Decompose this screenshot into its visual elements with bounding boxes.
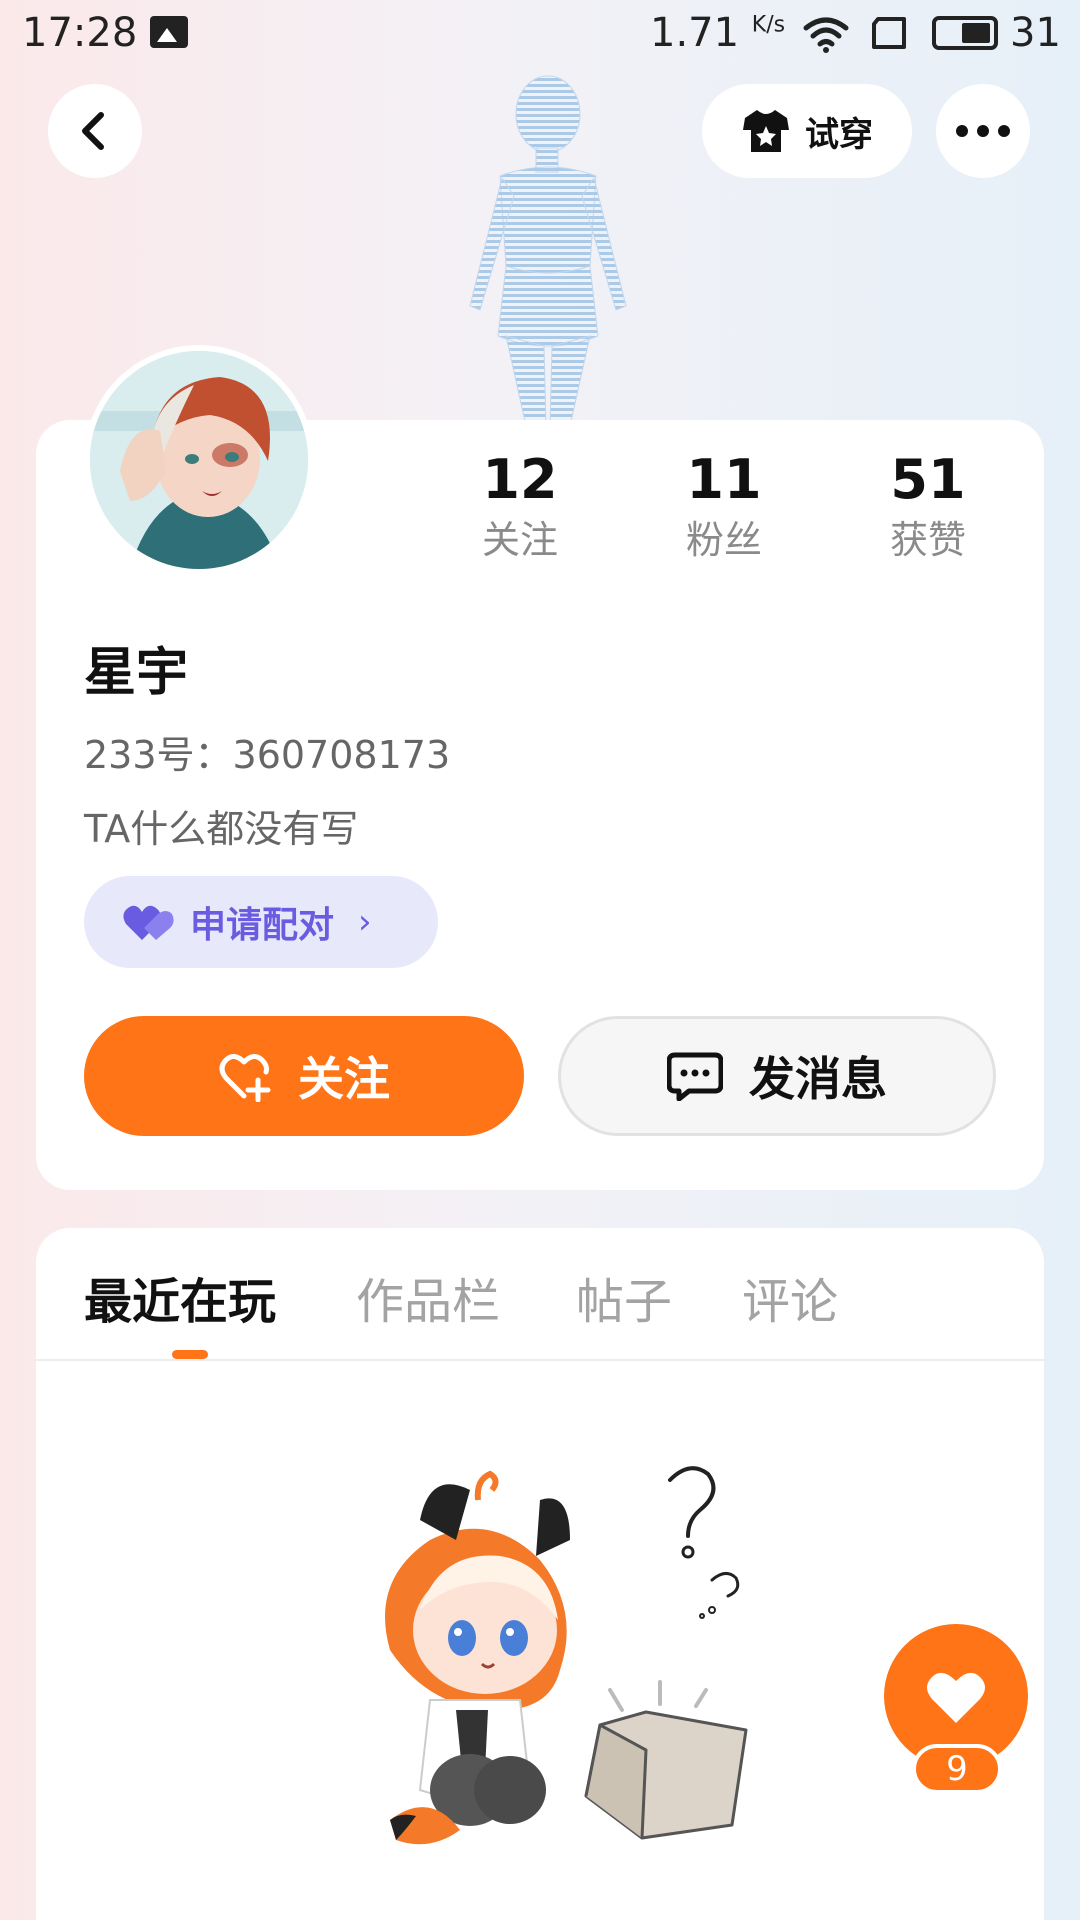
stats-row: 12 关注 11 粉丝 51 获赞 (440, 448, 1000, 578)
try-on-label: 试穿 (805, 114, 873, 155)
status-bar: 17:28 1.71 K/s 31 (0, 0, 1080, 68)
back-button[interactable] (48, 84, 142, 178)
divider (36, 1359, 1044, 1361)
tshirt-icon (743, 110, 789, 152)
chat-bubble-icon (667, 1052, 723, 1101)
stat-label: 获赞 (889, 518, 966, 562)
battery-icon (932, 16, 998, 50)
request-pair-label: 申请配对 (190, 905, 335, 946)
request-pair-button[interactable]: 申请配对 › (84, 876, 438, 968)
user-bio: TA什么都没有写 (84, 807, 359, 851)
stat-likes[interactable]: 51 获赞 (848, 448, 1008, 568)
user-name: 星宇 (84, 643, 189, 703)
stat-value: 11 (686, 448, 762, 511)
follow-label: 关注 (298, 1052, 390, 1106)
heart-icon (927, 1672, 985, 1723)
stat-followers[interactable]: 11 粉丝 (644, 448, 804, 568)
stat-value: 12 (482, 448, 558, 511)
sim-icon (872, 17, 906, 49)
more-icon (956, 125, 1010, 137)
like-count-badge: 9 (912, 1744, 1002, 1794)
active-tab-indicator (172, 1350, 208, 1359)
avatar-illustration (90, 351, 308, 569)
tab-comments[interactable]: 评论 (742, 1262, 838, 1332)
hologram-figure (469, 75, 627, 426)
stat-following[interactable]: 12 关注 (440, 448, 600, 568)
chevron-right-icon: › (358, 902, 372, 942)
try-on-button[interactable]: 试穿 (702, 84, 912, 178)
heart-plus-icon (219, 1054, 271, 1102)
tab-posts[interactable]: 帖子 (576, 1262, 672, 1332)
network-speed: 1.71 K/s (650, 10, 786, 56)
more-button[interactable] (936, 84, 1030, 178)
tab-works[interactable]: 作品栏 (356, 1262, 500, 1332)
image-icon (150, 16, 188, 48)
stat-label: 粉丝 (685, 518, 762, 562)
send-message-button[interactable]: 发消息 (558, 1016, 996, 1136)
follow-button[interactable]: 关注 (84, 1016, 524, 1136)
wifi-icon (803, 17, 849, 53)
status-time: 17:28 (22, 10, 138, 56)
back-icon (82, 112, 104, 150)
stat-label: 关注 (481, 518, 558, 562)
tab-recently-played[interactable]: 最近在玩 (84, 1262, 276, 1332)
empty-state-illustration (385, 1466, 748, 1845)
send-message-label: 发消息 (749, 1052, 887, 1106)
battery-level: 31 (1010, 10, 1061, 56)
user-id: 233号：360708173 (84, 733, 451, 777)
double-heart-icon (123, 905, 174, 940)
stat-value: 51 (890, 448, 966, 511)
avatar[interactable] (84, 345, 314, 575)
